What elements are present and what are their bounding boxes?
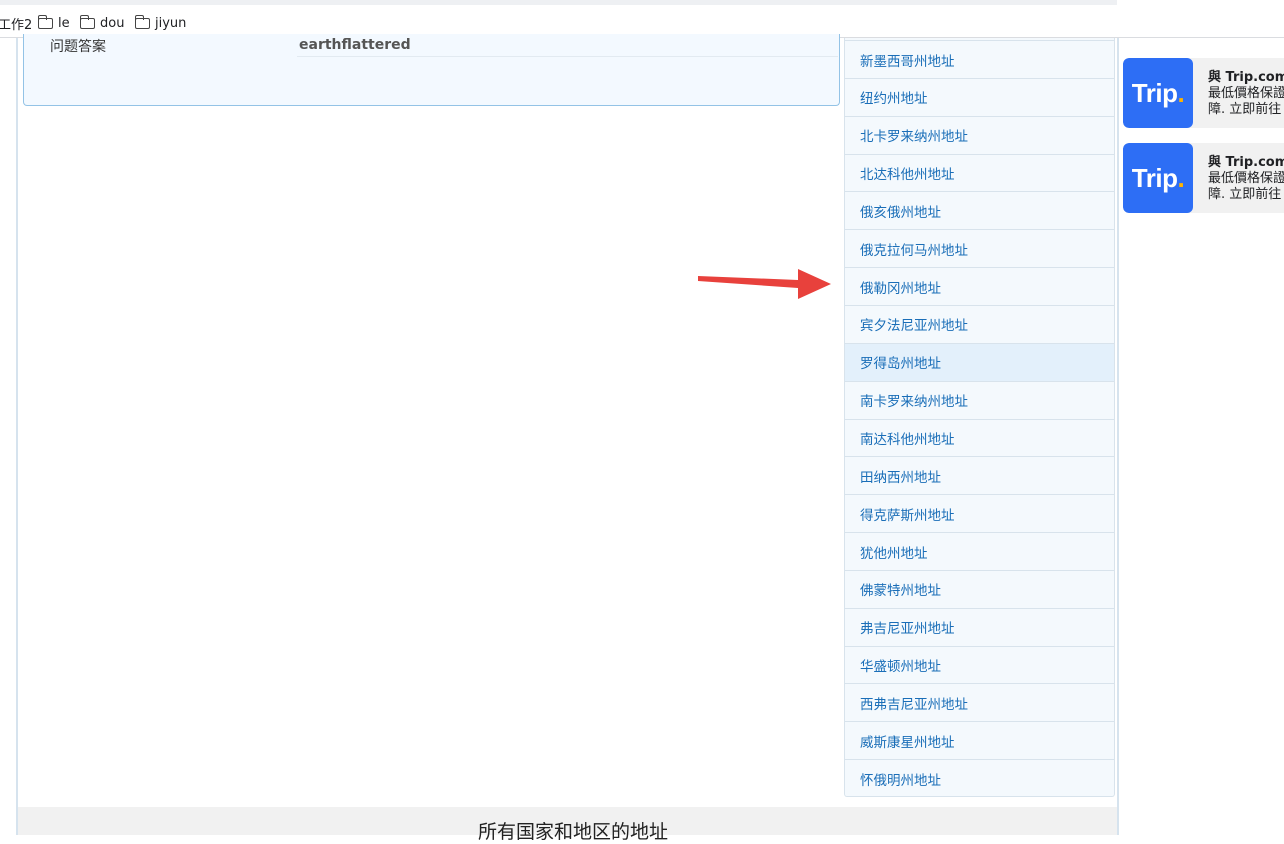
state-list: 新墨西哥州地址 纽约州地址 北卡罗来纳州地址 北达科他州地址 俄亥俄州地址 俄克拉何马州地… [844, 38, 1115, 797]
red-arrow-annotation [698, 269, 831, 299]
state-link[interactable]: 北达科他州地址 [845, 153, 1114, 192]
trip-logo-dot: . [1177, 162, 1185, 193]
state-link[interactable]: 南卡罗来纳州地址 [845, 380, 1114, 419]
ad-text: 與 Trip.com 最低價格保證 障. 立即前往 [1208, 155, 1284, 203]
trip-logo-dot: . [1177, 77, 1185, 108]
state-link[interactable]: 西弗吉尼亚州地址 [845, 683, 1114, 721]
state-link[interactable]: 犹他州地址 [845, 532, 1114, 570]
trip-logo: Trip. [1123, 143, 1193, 213]
arrow-shape [698, 269, 831, 299]
bookmark-label: dou [100, 15, 125, 31]
bookmark-folder-le[interactable]: le [37, 14, 70, 32]
divider [297, 56, 838, 57]
bookmark-label: le [58, 15, 70, 31]
ad-line3: 障. 立即前往 [1208, 102, 1282, 117]
trip-logo-text: Trip [1131, 162, 1178, 193]
folder-icon [134, 14, 150, 29]
tab-strip-edge [0, 0, 1117, 5]
state-link[interactable]: 怀俄明州地址 [845, 759, 1114, 797]
state-link[interactable]: 俄勒冈州地址 [845, 267, 1114, 305]
state-link[interactable]: 威斯康星州地址 [845, 721, 1114, 759]
state-link[interactable]: 纽约州地址 [845, 77, 1114, 116]
qa-label: 问题答案 [50, 39, 106, 55]
bookmark-folder-dou[interactable]: dou [79, 14, 125, 32]
ad-line2: 最低價格保證 [1208, 171, 1284, 186]
qa-card: 问题答案 earthflattered [23, 34, 840, 106]
state-link[interactable]: 罗得岛州地址 [845, 342, 1114, 381]
state-link[interactable]: 弗吉尼亚州地址 [845, 607, 1114, 646]
folder-icon [37, 14, 53, 29]
footer-section: 所有国家和地区的地址 [18, 807, 1117, 843]
trip-logo-text: Trip [1131, 77, 1178, 108]
ad-line3: 障. 立即前往 [1208, 187, 1282, 202]
state-link[interactable]: 俄亥俄州地址 [845, 191, 1114, 229]
trip-ad[interactable]: Trip. 與 Trip.com 最低價格保證 障. 立即前往 [1123, 58, 1284, 128]
ad-line2: 最低價格保證 [1208, 86, 1284, 101]
state-link[interactable]: 宾夕法尼亚州地址 [845, 304, 1114, 343]
state-link[interactable]: 佛蒙特州地址 [845, 569, 1114, 608]
state-link[interactable]: 得克萨斯州地址 [845, 494, 1114, 532]
bookmark-label: 工作2 [0, 17, 33, 33]
bookmarks-bar: 工作2 le dou jiyun [0, 0, 1284, 38]
bookmark-folder-jiyun[interactable]: jiyun [134, 14, 187, 32]
footer-title: 所有国家和地区的地址 [478, 821, 669, 843]
ad-line1: 與 Trip.com [1208, 70, 1284, 85]
trip-ad[interactable]: Trip. 與 Trip.com 最低價格保證 障. 立即前往 [1123, 143, 1284, 213]
trip-logo: Trip. [1123, 58, 1193, 128]
state-link[interactable]: 新墨西哥州地址 [845, 40, 1114, 78]
state-link[interactable]: 北卡罗来纳州地址 [845, 115, 1114, 154]
ad-line1: 與 Trip.com [1208, 155, 1284, 170]
state-link[interactable]: 俄克拉何马州地址 [845, 229, 1114, 267]
state-link[interactable]: 华盛顿州地址 [845, 645, 1114, 684]
bookmark-label: jiyun [155, 15, 187, 31]
page-content: 问题答案 earthflattered 新墨西哥州地址 纽约州地址 北卡罗来纳州地址… [16, 34, 1119, 843]
qa-value: earthflattered [299, 37, 411, 53]
state-link[interactable]: 田纳西州地址 [845, 456, 1114, 494]
bookmark-work2[interactable]: 工作2 [0, 14, 33, 33]
folder-icon [79, 14, 95, 29]
state-link[interactable]: 南达科他州地址 [845, 418, 1114, 457]
ad-text: 與 Trip.com 最低價格保證 障. 立即前往 [1208, 70, 1284, 118]
